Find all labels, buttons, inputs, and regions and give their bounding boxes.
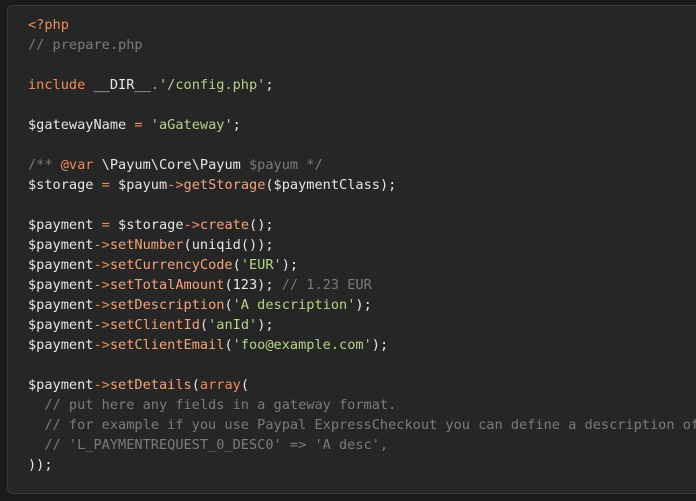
code-token-default: $storage [28, 177, 102, 193]
code-token-function: setCurrencyCode [109, 257, 233, 273]
code-token-function: getStorage [183, 177, 266, 193]
code-token-tag: <?php [28, 17, 69, 33]
code-token-string: 'A description' [232, 297, 356, 313]
code-token-comment: // put here any fields in a gateway form… [28, 397, 397, 413]
code-token-default: ; [232, 117, 241, 133]
code-token-function: setDetails [109, 377, 192, 393]
code-token-comment: // 1.23 EUR [281, 277, 372, 293]
code-line: $payment->setTotalAmount(123); // 1.23 E… [28, 275, 696, 295]
code-line: include __DIR__.'/config.php'; [28, 75, 696, 95]
code-token-default: ); [355, 297, 372, 313]
code-token-default: ); [371, 337, 389, 353]
code-token-default: $payment [28, 217, 102, 233]
code-token-doctag: @var [60, 157, 94, 173]
code-token-operator: -> [183, 217, 200, 233]
code-line: // put here any fields in a gateway form… [28, 395, 696, 415]
code-token-default: $payum [109, 177, 168, 193]
code-line: // 'L_PAYMENTREQUEST_0_DESC0' => 'A desc… [28, 435, 696, 455]
code-token-comment: // prepare.php [28, 37, 143, 53]
code-token-default: ( [240, 377, 249, 393]
code-token-default: (uniqid()); [183, 237, 274, 253]
code-token-function: setTotalAmount [109, 277, 225, 293]
code-token-operator: = [101, 177, 110, 193]
code-token-default: __DIR__ [85, 77, 151, 93]
code-token-default: ( [191, 377, 200, 393]
code-line: $payment->setClientEmail('foo@example.co… [28, 335, 696, 355]
code-token-default: ($paymentClass); [265, 177, 397, 193]
code-token-default: $payment [28, 277, 94, 293]
code-token-function: setNumber [109, 237, 184, 253]
code-line: $payment->setDetails(array( [28, 375, 696, 395]
code-token-string: 'anId' [208, 317, 258, 333]
code-line: // prepare.php [28, 35, 696, 55]
code-token-default: ( [232, 257, 241, 273]
code-token-default: $payment [28, 377, 94, 393]
code-token-default: $storage [109, 217, 184, 233]
code-token-comment: // for example if you use Paypal Express… [44, 417, 696, 433]
code-line: $gatewayName = 'aGateway'; [28, 115, 696, 135]
code-token-docvar: $payum */ [249, 157, 323, 173]
code-line: <?php [28, 15, 696, 35]
code-token-default: (123); [224, 277, 282, 293]
code-token-function: create [199, 217, 250, 233]
code-token-string: '/config.php' [158, 77, 266, 93]
code-token-default: $payment [28, 337, 94, 353]
code-token-operator: = [101, 217, 110, 233]
code-token-string: 'foo@example.com' [232, 337, 372, 353]
code-token-operator: -> [167, 177, 184, 193]
code-token-operator: -> [93, 237, 110, 253]
code-token-operator: -> [93, 297, 110, 313]
code-token-keyword: include [28, 77, 86, 93]
code-line: $payment->setClientId('anId'); [28, 315, 696, 335]
code-token-default: ; [265, 77, 274, 93]
code-token-function: setClientEmail [109, 337, 225, 353]
code-line: $storage = $payum->getStorage($paymentCl… [28, 175, 696, 195]
code-token-default: ( [224, 297, 233, 313]
code-token-default: )); [28, 457, 53, 473]
code-token-default: (); [249, 217, 274, 233]
code-token-function: setDescription [109, 297, 225, 313]
code-token-default: $payment [28, 257, 94, 273]
code-token-operator: -> [93, 337, 110, 353]
code-token-operator: = [134, 117, 143, 133]
code-token-string: 'EUR' [240, 257, 282, 273]
code-token-comment: // 'L_PAYMENTREQUEST_0_DESC0' => 'A desc… [28, 437, 389, 453]
code-token-default: $payment [28, 317, 94, 333]
code-line: $payment->setDescription('A description'… [28, 295, 696, 315]
code-token-default [143, 117, 151, 133]
code-token-default: $payment [28, 237, 94, 253]
code-token-operator: -> [93, 277, 110, 293]
code-token-operator: -> [93, 257, 110, 273]
code-token-operator: -> [93, 317, 110, 333]
code-token-comment: /** [28, 157, 61, 173]
code-token-operator: . [150, 77, 159, 93]
code-token-default: ); [257, 317, 274, 333]
code-token-keyword: array [199, 377, 241, 393]
code-line: )); [28, 455, 696, 475]
code-token-default: ( [224, 337, 233, 353]
code-line: $payment->setNumber(uniqid()); [28, 235, 696, 255]
code-token-default: ( [199, 317, 209, 333]
code-line: $payment = $storage->create(); [28, 215, 696, 235]
code-token-default: \Payum\Core\Payum [93, 157, 249, 173]
code-line: /** @var \Payum\Core\Payum $payum */ [28, 155, 696, 175]
code-token-string: 'aGateway' [150, 117, 233, 133]
code-token-default: $payment [28, 297, 94, 313]
code-token-default: ); [281, 257, 299, 273]
code-line: // for example if you use Paypal Express… [28, 415, 696, 435]
code-line: $payment->setCurrencyCode('EUR'); [28, 255, 696, 275]
code-token-function: setClientId [109, 317, 200, 333]
code-token-operator: -> [93, 377, 110, 393]
code-content: <?php // prepare.php include __DIR__.'/con… [28, 15, 696, 475]
code-token-default: $gatewayName [28, 117, 135, 133]
code-block: <?php // prepare.php include __DIR__.'/con… [7, 5, 696, 494]
